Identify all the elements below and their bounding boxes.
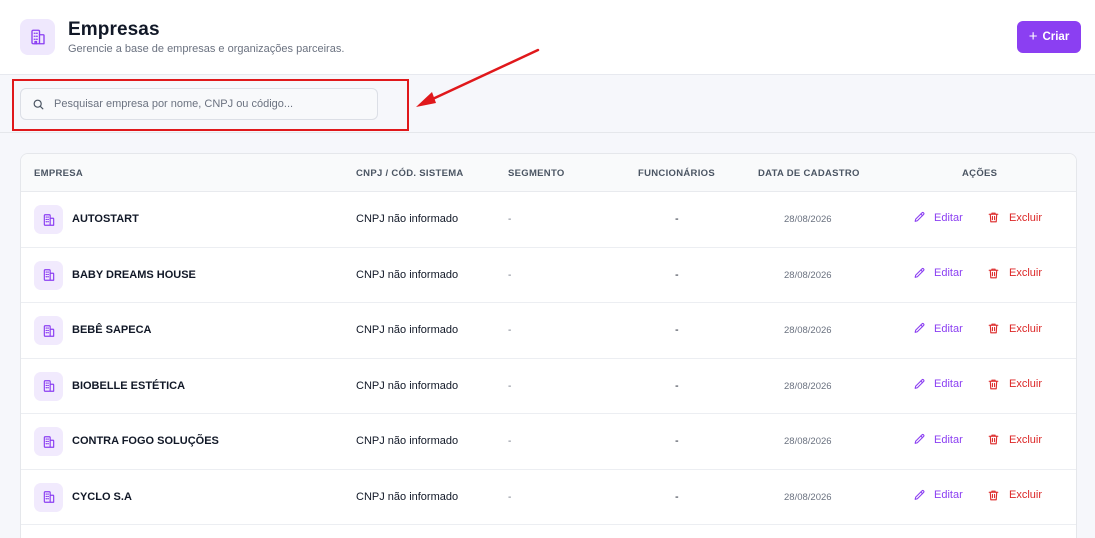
create-button[interactable]: + Criar bbox=[1017, 21, 1081, 53]
company-employees: - bbox=[675, 379, 679, 392]
table-row: BIOBELLE ESTÉTICA CNPJ não informado - -… bbox=[21, 359, 1076, 414]
company-date: 28/08/2026 bbox=[784, 269, 832, 281]
company-segment: - bbox=[508, 491, 512, 503]
edit-button[interactable]: Editar bbox=[913, 378, 963, 391]
edit-button[interactable]: Editar bbox=[913, 211, 963, 224]
building-icon bbox=[34, 371, 63, 401]
company-employees: - bbox=[675, 490, 679, 503]
column-header-acoes: AÇÕES bbox=[962, 168, 998, 179]
building-icon bbox=[34, 316, 63, 345]
company-employees: - bbox=[675, 435, 679, 447]
building-icon bbox=[34, 260, 63, 290]
edit-button[interactable]: Editar bbox=[913, 433, 963, 446]
pencil-icon bbox=[913, 322, 926, 335]
delete-button-label: Excluir bbox=[1009, 489, 1043, 501]
edit-button-label: Editar bbox=[934, 267, 963, 279]
edit-button-label: Editar bbox=[934, 433, 963, 446]
company-name: BEBÊ SAPECA bbox=[72, 324, 152, 336]
delete-button[interactable]: Excluir bbox=[987, 489, 1042, 502]
edit-button[interactable]: Editar bbox=[913, 267, 963, 280]
company-cnpj: CNPJ não informado bbox=[356, 324, 459, 336]
company-name: AUTOSTART bbox=[72, 213, 139, 225]
table-row: BEBÊ SAPECA CNPJ não informado - - 28/08… bbox=[21, 303, 1076, 359]
delete-button-label: Excluir bbox=[1009, 433, 1043, 446]
company-name: CYCLO S.A bbox=[72, 490, 132, 503]
pencil-icon bbox=[913, 211, 926, 224]
delete-button[interactable]: Excluir bbox=[987, 322, 1042, 335]
company-segment: - bbox=[508, 269, 512, 281]
edit-button-label: Editar bbox=[934, 322, 963, 335]
trash-icon bbox=[987, 489, 1000, 502]
page-header: Empresas Gerencie a base de empresas e o… bbox=[0, 0, 1095, 75]
page-title: Empresas bbox=[68, 19, 160, 40]
column-header-empresa: EMPRESA bbox=[34, 168, 84, 179]
building-icon bbox=[20, 19, 55, 55]
annotation-highlight-box bbox=[12, 79, 409, 131]
edit-button[interactable]: Editar bbox=[913, 322, 963, 335]
company-segment: - bbox=[508, 436, 512, 447]
trash-icon bbox=[987, 378, 1000, 391]
delete-button[interactable]: Excluir bbox=[987, 267, 1042, 280]
trash-icon bbox=[987, 267, 1000, 280]
company-name: CONTRA FOGO SOLUÇÕES bbox=[72, 435, 219, 447]
company-segment: - bbox=[508, 214, 512, 225]
company-employees: - bbox=[675, 324, 679, 336]
company-employees: - bbox=[675, 213, 679, 225]
company-name: BABY DREAMS HOUSE bbox=[72, 268, 196, 281]
company-name: BIOBELLE ESTÉTICA bbox=[72, 379, 186, 392]
company-date: 28/08/2026 bbox=[784, 325, 832, 336]
company-segment: - bbox=[508, 380, 512, 392]
trash-icon bbox=[987, 433, 1000, 446]
edit-button-label: Editar bbox=[934, 378, 963, 390]
table-row: BABY DREAMS HOUSE CNPJ não informado - -… bbox=[21, 248, 1076, 303]
pencil-icon bbox=[913, 378, 926, 391]
company-cnpj: CNPJ não informado bbox=[356, 213, 459, 225]
delete-button[interactable]: Excluir bbox=[987, 433, 1042, 446]
company-cnpj: CNPJ não informado bbox=[356, 435, 459, 447]
company-date: 28/08/2026 bbox=[784, 380, 832, 392]
create-button-label: Criar bbox=[1042, 31, 1070, 43]
table-header: EMPRESA CNPJ / CÓD. SISTEMA SEGMENTO FUN… bbox=[21, 154, 1076, 192]
page-subtitle: Gerencie a base de empresas e organizaçõ… bbox=[68, 43, 345, 55]
building-icon bbox=[34, 205, 63, 234]
building-icon bbox=[34, 427, 63, 456]
plus-icon: + bbox=[1028, 28, 1038, 45]
pencil-icon bbox=[913, 267, 926, 280]
company-segment: - bbox=[508, 325, 512, 336]
edit-button-label: Editar bbox=[934, 211, 963, 224]
delete-button-label: Excluir bbox=[1009, 267, 1043, 279]
company-employees: - bbox=[675, 268, 679, 281]
column-header-cnpj: CNPJ / CÓD. SISTEMA bbox=[356, 168, 464, 179]
table-row: CONTRA FOGO SOLUÇÕES CNPJ não informado … bbox=[21, 414, 1076, 470]
company-date: 28/08/2026 bbox=[784, 436, 832, 447]
company-cnpj: CNPJ não informado bbox=[356, 490, 459, 503]
company-cnpj: CNPJ não informado bbox=[356, 268, 459, 281]
edit-button-label: Editar bbox=[934, 489, 963, 501]
company-cnpj: CNPJ não informado bbox=[356, 379, 459, 392]
trash-icon bbox=[987, 322, 1000, 335]
column-header-data-cadastro: DATA DE CADASTRO bbox=[758, 168, 860, 179]
column-header-funcionarios: FUNCIONÁRIOS bbox=[638, 168, 715, 179]
trash-icon bbox=[987, 211, 1000, 224]
pencil-icon bbox=[913, 433, 926, 446]
company-date: 28/08/2026 bbox=[784, 214, 832, 225]
annotation-arrow bbox=[416, 48, 540, 107]
delete-button-label: Excluir bbox=[1009, 211, 1043, 224]
company-date: 28/08/2026 bbox=[784, 491, 832, 503]
delete-button[interactable]: Excluir bbox=[987, 378, 1042, 391]
delete-button-label: Excluir bbox=[1009, 322, 1043, 335]
building-icon bbox=[34, 482, 63, 512]
delete-button[interactable]: Excluir bbox=[987, 211, 1042, 224]
table-row: AUTOSTART CNPJ não informado - - 28/08/2… bbox=[21, 192, 1076, 248]
delete-button-label: Excluir bbox=[1009, 378, 1043, 390]
table-row: CYCLO S.A CNPJ não informado - - 28/08/2… bbox=[21, 470, 1076, 525]
table-body: AUTOSTART CNPJ não informado - - 28/08/2… bbox=[21, 192, 1076, 525]
column-header-segmento: SEGMENTO bbox=[508, 168, 565, 179]
pencil-icon bbox=[913, 489, 926, 502]
companies-table: EMPRESA CNPJ / CÓD. SISTEMA SEGMENTO FUN… bbox=[20, 153, 1077, 538]
edit-button[interactable]: Editar bbox=[913, 489, 963, 502]
